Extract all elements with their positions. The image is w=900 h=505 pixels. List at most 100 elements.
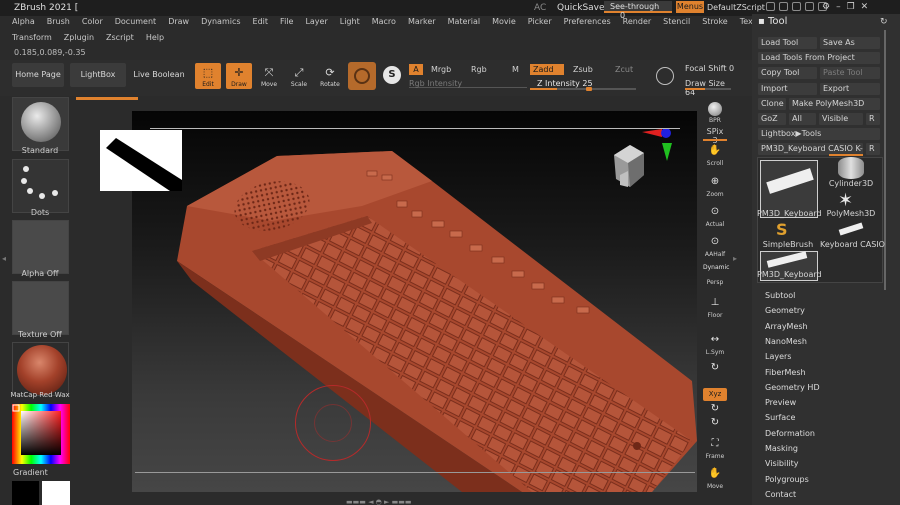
simplebrush-icon[interactable]: S <box>776 220 788 239</box>
goz-button[interactable]: GoZ <box>758 113 786 125</box>
navigator-thumbnail[interactable] <box>100 130 182 191</box>
import-button[interactable]: Import <box>758 83 817 95</box>
move-view-button[interactable]: ✋ Move <box>703 466 727 490</box>
subpalette-visibility[interactable]: Visibility <box>765 459 799 468</box>
menu-stencil[interactable]: Stencil <box>657 17 696 26</box>
rgb-intensity-slider[interactable]: Rgb Intensity <box>409 79 527 88</box>
bottom-shelf-handle[interactable]: ▬▬▬ ◄ ◓ ► ▬▬▬ <box>346 498 430 505</box>
actual-button[interactable]: ⊙ Actual <box>703 204 727 228</box>
subpalette-surface[interactable]: Surface <box>765 413 795 422</box>
alpha-thumbnail[interactable] <box>12 220 69 274</box>
rotate-button[interactable]: ⟳ Rotate <box>317 63 343 89</box>
z-intensity-slider[interactable]: Z Intensity 25 <box>537 79 633 88</box>
lightbox-button[interactable]: LightBox <box>70 63 126 87</box>
menu-preferences[interactable]: Preferences <box>558 17 617 26</box>
menu-material[interactable]: Material <box>442 17 487 26</box>
home-page-button[interactable]: Home Page <box>12 63 64 87</box>
material-thumbnail[interactable] <box>12 342 69 396</box>
rotate-z-button[interactable]: ↻ <box>703 417 727 429</box>
export-button[interactable]: Export <box>820 83 880 95</box>
menu-help[interactable]: Help <box>140 33 170 42</box>
focal-shift-slider[interactable]: Focal Shift 0 <box>685 64 734 73</box>
left-collapse-arrow-icon[interactable]: ◂ <box>2 254 8 264</box>
mrgb-button[interactable]: Mrgb <box>428 64 454 75</box>
live-boolean-button[interactable]: Live Boolean <box>130 63 188 87</box>
right-collapse-arrow-icon[interactable]: ▸ <box>733 254 739 264</box>
layout-icon-1[interactable] <box>766 2 775 11</box>
subpalette-preview[interactable]: Preview <box>765 398 796 407</box>
color-picker[interactable] <box>12 404 70 464</box>
see-through-slider[interactable]: See-through 0 <box>604 1 672 20</box>
menu-render[interactable]: Render <box>617 17 657 26</box>
menu-light[interactable]: Light <box>334 17 366 26</box>
menu-zscript[interactable]: Zscript <box>100 33 140 42</box>
menu-alpha[interactable]: Alpha <box>6 17 41 26</box>
settings-icon[interactable]: ⚙ <box>822 2 830 12</box>
zsub-button[interactable]: Zsub <box>570 64 596 75</box>
lsym-button[interactable]: ↔ L.Sym <box>703 332 727 356</box>
document-canvas[interactable] <box>132 111 697 492</box>
subpalette-masking[interactable]: Masking <box>765 444 798 453</box>
stroke-thumbnail[interactable] <box>12 159 69 213</box>
texture-thumbnail[interactable] <box>12 281 69 335</box>
spix-slider[interactable]: SPix 3 <box>703 127 727 145</box>
restore-icon[interactable]: ❐ <box>847 2 855 12</box>
menu-picker[interactable]: Picker <box>522 17 558 26</box>
subpalette-contact[interactable]: Contact <box>765 490 796 499</box>
menu-stroke[interactable]: Stroke <box>696 17 734 26</box>
menu-color[interactable]: Color <box>76 17 109 26</box>
persp-button[interactable]: Dynamic Persp <box>703 262 729 286</box>
menu-dynamics[interactable]: Dynamics <box>195 17 246 26</box>
goz-all-button[interactable]: All <box>789 113 816 125</box>
menu-movie[interactable]: Movie <box>486 17 522 26</box>
make-polymesh3d-button[interactable]: Make PolyMesh3D <box>789 98 880 110</box>
menu-zplugin[interactable]: Zplugin <box>58 33 100 42</box>
palette-sync-icon[interactable]: ↻ <box>880 17 888 27</box>
quicksave-button[interactable]: QuickSave <box>557 3 605 13</box>
lightbox-tools-button[interactable]: Lightbox▶Tools <box>758 128 880 140</box>
material-circle-button[interactable] <box>348 62 376 90</box>
cylinder-icon[interactable] <box>838 157 864 179</box>
save-as-button[interactable]: Save As <box>820 37 880 49</box>
paste-tool-button[interactable]: Paste Tool <box>820 67 880 79</box>
layout-icon-3[interactable] <box>792 2 801 11</box>
copy-tool-button[interactable]: Copy Tool <box>758 67 817 79</box>
m-button[interactable]: M <box>509 64 522 75</box>
menu-file[interactable]: File <box>274 17 299 26</box>
menu-draw[interactable]: Draw <box>162 17 195 26</box>
layout-icon-2[interactable] <box>779 2 788 11</box>
subpalette-nanomesh[interactable]: NanoMesh <box>765 337 807 346</box>
floor-button[interactable]: ⊥ Floor <box>703 295 727 319</box>
subpalette-geometry-hd[interactable]: Geometry HD <box>765 383 820 392</box>
draw-size-track[interactable] <box>685 88 731 90</box>
xyz-button[interactable]: Xyz <box>703 388 727 401</box>
scroll-button[interactable]: ✋ Scroll <box>703 143 727 167</box>
minimize-icon[interactable]: – <box>836 2 841 12</box>
axis-gizmo-icon[interactable] <box>638 125 674 165</box>
load-tool-button[interactable]: Load Tool <box>758 37 817 49</box>
subpalette-layers[interactable]: Layers <box>765 352 791 361</box>
rotate-y-button[interactable]: ↻ <box>703 403 727 415</box>
draw-button[interactable]: ✛ Draw <box>226 63 252 89</box>
edit-button[interactable]: ⬚ Edit <box>195 63 221 89</box>
zadd-button[interactable]: Zadd <box>530 64 564 75</box>
default-zscript-button[interactable]: DefaultZScript <box>707 3 765 12</box>
goz-visible-button[interactable]: Visible <box>819 113 863 125</box>
clone-button[interactable]: Clone <box>758 98 786 110</box>
move-button[interactable]: ⤧ Move <box>256 63 282 89</box>
brush-thumbnail[interactable] <box>12 97 69 151</box>
subpalette-deformation[interactable]: Deformation <box>765 429 815 438</box>
menu-marker[interactable]: Marker <box>402 17 442 26</box>
zoom-button[interactable]: ⊕ Zoom <box>703 174 727 198</box>
sculptris-pro-button[interactable]: S <box>383 66 401 84</box>
ac-label[interactable]: AC <box>534 3 546 13</box>
zcut-button[interactable]: Zcut <box>612 64 636 75</box>
aahalf-button[interactable]: ⊙ AAHalf <box>703 234 727 258</box>
menu-transform[interactable]: Transform <box>6 33 58 42</box>
subpalette-polygroups[interactable]: Polygroups <box>765 475 809 484</box>
goz-r-button[interactable]: R <box>866 113 880 125</box>
menu-brush[interactable]: Brush <box>41 17 76 26</box>
a-button[interactable]: A <box>409 64 423 75</box>
scale-button[interactable]: ⤢ Scale <box>286 63 312 89</box>
main-color-swatch[interactable] <box>12 481 39 505</box>
